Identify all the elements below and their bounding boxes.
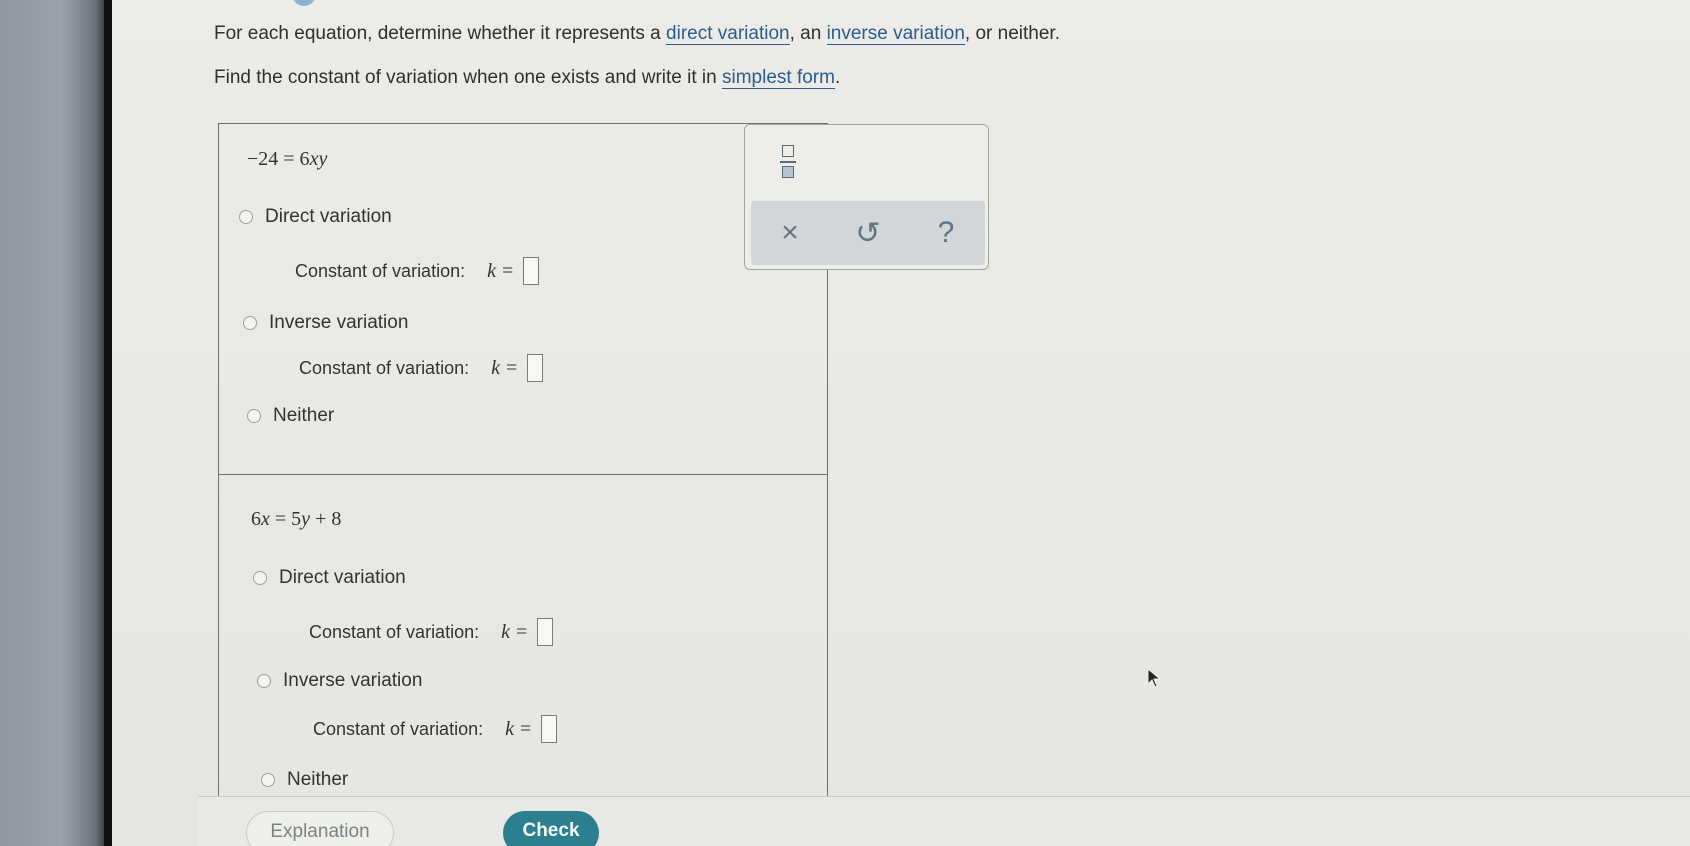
math-tool-panel: × ↺ ?: [744, 124, 989, 270]
constant-label: Constant of variation:: [295, 260, 466, 281]
problem-1-neither-option[interactable]: Neither: [247, 405, 334, 427]
inverse-variation-link[interactable]: inverse variation: [826, 23, 965, 45]
fraction-bar: [780, 161, 796, 163]
equation-2: 6x = 5y + 8: [251, 508, 342, 530]
equals-sign: =: [502, 259, 514, 282]
undo-icon[interactable]: ↺: [848, 216, 888, 251]
radio-button[interactable]: [247, 409, 261, 423]
main-page: For each equation, determine whether it …: [112, 0, 1690, 846]
k-symbol: k: [487, 259, 496, 282]
check-button[interactable]: Check: [503, 811, 599, 846]
instruction-text: , or neither.: [964, 23, 1060, 44]
problem-2-direct-k-input[interactable]: [537, 618, 554, 646]
mouse-cursor-icon: [1147, 668, 1162, 688]
problem-1-inverse-k-input[interactable]: [527, 354, 544, 382]
instructions: For each equation, determine whether it …: [214, 22, 1060, 90]
option-label: Neither: [273, 405, 335, 426]
simplest-form-link[interactable]: simplest form: [722, 67, 835, 89]
help-icon[interactable]: ?: [926, 216, 966, 250]
problem-1-direct-k-input[interactable]: [523, 257, 540, 285]
k-symbol: k: [501, 620, 510, 643]
instruction-text: Find the constant of variation when one …: [214, 67, 722, 88]
option-label: Inverse variation: [269, 312, 409, 333]
bottom-action-bar: Explanation Check: [198, 796, 1690, 846]
option-label: Direct variation: [279, 567, 406, 588]
equals-sign: =: [520, 717, 532, 740]
equals-sign: =: [516, 620, 528, 643]
problem-2-inverse-option[interactable]: Inverse variation: [257, 670, 422, 692]
tool-action-bar: × ↺ ?: [751, 201, 985, 265]
radio-button[interactable]: [253, 571, 267, 585]
problem-divider: [219, 474, 827, 475]
radio-button[interactable]: [261, 773, 275, 787]
equals-sign: =: [506, 356, 518, 379]
problem-2-direct-constant-row: Constant of variation: k =: [309, 618, 554, 646]
instruction-text: .: [834, 67, 841, 88]
k-symbol: k: [505, 717, 514, 740]
problem-1-direct-constant-row: Constant of variation: k =: [295, 257, 540, 285]
constant-label: Constant of variation:: [309, 621, 480, 642]
option-label: Inverse variation: [283, 670, 423, 691]
k-symbol: k: [491, 356, 500, 379]
problem-2-inverse-constant-row: Constant of variation: k =: [313, 715, 558, 743]
constant-label: Constant of variation:: [299, 357, 470, 378]
problem-2-neither-option[interactable]: Neither: [261, 769, 348, 791]
problem-2-direct-option[interactable]: Direct variation: [253, 567, 406, 589]
instruction-line-1: For each equation, determine whether it …: [214, 22, 1060, 46]
direct-variation-link[interactable]: direct variation: [666, 23, 790, 45]
fraction-numerator-box: [782, 145, 794, 157]
problem-1-inverse-constant-row: Constant of variation: k =: [299, 354, 544, 382]
equation-1: −24 = 6xy: [247, 148, 328, 170]
instruction-text: For each equation, determine whether it …: [214, 23, 667, 44]
fraction-icon[interactable]: [780, 143, 798, 183]
constant-label: Constant of variation:: [313, 718, 484, 739]
problem-2-inverse-k-input[interactable]: [541, 715, 558, 743]
top-tab-indicator: [292, 0, 316, 6]
screen-left-edge: [0, 0, 112, 846]
option-label: Neither: [287, 769, 349, 790]
clear-icon[interactable]: ×: [770, 216, 810, 250]
instruction-text: , an: [789, 23, 827, 44]
problem-1-inverse-option[interactable]: Inverse variation: [243, 312, 408, 334]
problem-box: −24 = 6xy Direct variation Constant of v…: [218, 123, 828, 796]
problem-1-direct-option[interactable]: Direct variation: [239, 206, 392, 228]
instruction-line-2: Find the constant of variation when one …: [214, 66, 1060, 90]
explanation-button[interactable]: Explanation: [246, 811, 394, 846]
radio-button[interactable]: [239, 210, 253, 224]
radio-button[interactable]: [243, 316, 257, 330]
option-label: Direct variation: [265, 206, 392, 227]
fraction-denominator-box: [782, 166, 794, 178]
radio-button[interactable]: [257, 674, 271, 688]
